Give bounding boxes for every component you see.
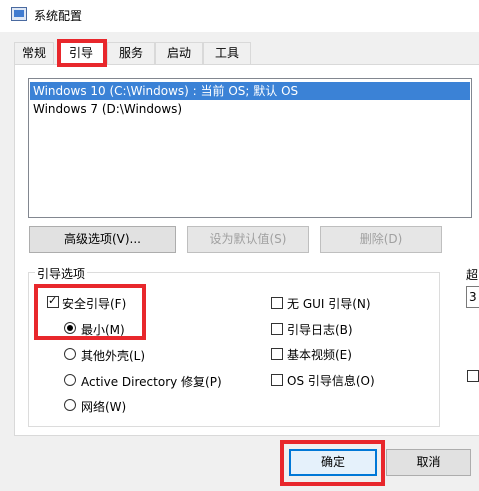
os-list[interactable]: Windows 10 (C:\Windows) : 当前 OS; 默认 OS W… [28,78,472,218]
os-list-item[interactable]: Windows 10 (C:\Windows) : 当前 OS; 默认 OS [30,82,470,100]
set-default-button[interactable]: 设为默认值(S) [187,226,309,253]
network-radio[interactable] [64,399,76,411]
boot-options-title: 引导选项 [35,265,88,282]
safe-boot-highlight [34,284,146,340]
ok-highlight [280,440,385,486]
advanced-options-button[interactable]: 高级选项(V)... [29,226,176,253]
timeout-input[interactable]: 3 [466,286,479,308]
delete-button[interactable]: 删除(D) [320,226,442,253]
tab-tools[interactable]: 工具 [203,42,251,64]
alternate-shell-label[interactable]: 其他外壳(L) [81,347,145,364]
os-boot-info-label[interactable]: OS 引导信息(O) [287,372,375,389]
msconfig-icon [11,7,27,21]
no-gui-boot-label[interactable]: 无 GUI 引导(N) [287,295,371,312]
network-label[interactable]: 网络(W) [81,398,126,415]
alternate-shell-radio[interactable] [64,348,76,360]
os-boot-info-checkbox[interactable] [271,374,283,386]
title-bar: 系统配置 [0,0,479,32]
timeout-label: 超 [466,268,479,282]
tab-general[interactable]: 常规 [14,42,54,64]
os-list-item[interactable]: Windows 7 (D:\Windows) [30,100,470,118]
make-permanent-checkbox[interactable] [467,370,479,382]
cancel-button[interactable]: 取消 [386,449,471,476]
ad-repair-label[interactable]: Active Directory 修复(P) [81,373,222,390]
boot-log-checkbox[interactable] [271,323,283,335]
no-gui-boot-checkbox[interactable] [271,297,283,309]
ad-repair-radio[interactable] [64,374,76,386]
boot-log-label[interactable]: 引导日志(B) [287,321,353,338]
tab-services[interactable]: 服务 [107,42,155,64]
tab-boot-highlight [57,39,107,67]
window-title: 系统配置 [34,9,83,23]
base-video-checkbox[interactable] [271,348,283,360]
base-video-label[interactable]: 基本视频(E) [287,346,352,363]
tab-startup[interactable]: 启动 [155,42,203,64]
